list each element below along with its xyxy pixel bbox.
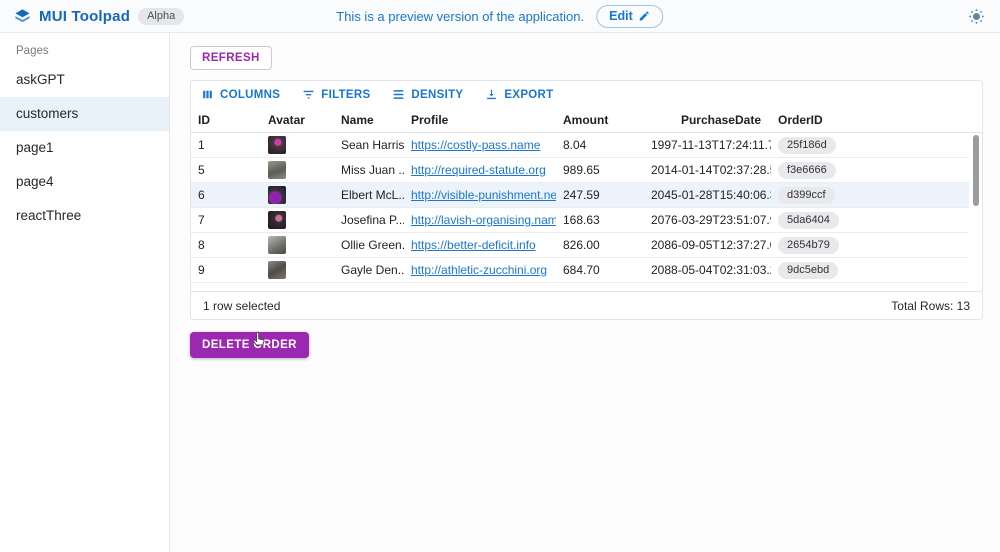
grid-footer: 1 row selected Total Rows: 13 [191,291,982,319]
profile-link[interactable]: http://athletic-zucchini.org [411,263,547,277]
orderid-chip: d399ccf [778,187,835,204]
column-header-amount[interactable]: Amount [556,113,644,127]
cell-amount: 247.59 [556,188,644,202]
column-header-name[interactable]: Name [334,113,404,127]
cell-name: Miss Juan ... [334,163,404,177]
sidebar-item-customers[interactable]: customers [0,97,169,131]
orderid-chip: 2654b79 [778,237,839,254]
avatar [268,136,286,154]
delete-order-button[interactable]: DELETE ORDER [190,332,309,358]
grid-scrollbar-track [969,133,982,283]
columns-button-label: COLUMNS [220,89,280,101]
cell-amount: 989.65 [556,163,644,177]
export-button[interactable]: EXPORT [485,88,553,101]
column-header-purchasedate[interactable]: PurchaseDate [644,113,771,127]
orderid-chip: 5da6404 [778,212,839,229]
density-button-label: DENSITY [411,89,463,101]
toolpad-logo-icon [14,8,31,25]
orderid-chip: f3e6666 [778,162,836,179]
avatar [268,236,286,254]
cell-purchasedate: 2086-09-05T12:37:27.015Z [644,238,771,252]
cell-name: Elbert McL... [334,188,404,202]
density-button[interactable]: DENSITY [392,88,463,101]
sidebar-item-askgpt[interactable]: askGPT [0,63,169,97]
cell-amount: 168.63 [556,213,644,227]
cell-amount: 8.04 [556,138,644,152]
cell-name: Sean Harris [334,138,404,152]
sidebar-section-label: Pages [16,45,169,57]
column-header-profile[interactable]: Profile [404,113,556,127]
table-row[interactable]: 9 Gayle Den... http://athletic-zucchini.… [191,258,982,283]
app-title: MUI Toolpad [39,8,130,25]
preview-notice: This is a preview version of the applica… [336,9,584,24]
profile-link[interactable]: https://costly-pass.name [411,138,540,152]
export-button-label: EXPORT [504,89,553,101]
filters-button-label: FILTERS [321,89,370,101]
profile-link[interactable]: http://required-statute.org [411,163,546,177]
cell-amount: 826.00 [556,238,644,252]
total-rows-status: Total Rows: 13 [891,299,970,313]
orderid-chip: 25f186d [778,137,836,154]
grid-rows-area: 1 Sean Harris https://costly-pass.name 8… [191,133,982,283]
profile-link[interactable]: https://better-deficit.info [411,238,536,252]
avatar [268,186,286,204]
alpha-badge: Alpha [138,8,184,25]
grid-scrollbar-thumb[interactable] [973,135,979,206]
edit-button-label: Edit [609,9,633,23]
cell-amount: 684.70 [556,263,644,277]
refresh-button[interactable]: REFRESH [190,46,272,70]
cell-purchasedate: 2045-01-28T15:40:06.325Z [644,188,771,202]
cell-id: 8 [191,238,261,252]
filters-button[interactable]: FILTERS [302,88,370,101]
density-icon [392,88,405,101]
cell-purchasedate: 2014-01-14T02:37:28.536Z [644,163,771,177]
cell-name: Josefina P... [334,213,404,227]
table-row[interactable]: 1 Sean Harris https://costly-pass.name 8… [191,133,982,158]
column-header-avatar[interactable]: Avatar [261,113,334,127]
data-grid: COLUMNS FILTERS DENSITY EXPORT [190,80,983,320]
grid-header-row: ID Avatar Name Profile Amount PurchaseDa… [191,107,982,133]
column-header-id[interactable]: ID [191,113,261,127]
data-grid-toolbar: COLUMNS FILTERS DENSITY EXPORT [191,81,982,107]
sidebar-item-page1[interactable]: page1 [0,131,169,165]
cell-name: Gayle Den... [334,263,404,277]
cell-id: 9 [191,263,261,277]
export-icon [485,88,498,101]
columns-button[interactable]: COLUMNS [201,88,280,101]
table-row[interactable]: 8 Ollie Green... https://better-deficit.… [191,233,982,258]
table-row[interactable]: 7 Josefina P... http://lavish-organising… [191,208,982,233]
edit-button[interactable]: Edit [596,5,664,28]
cell-purchasedate: 2076-03-29T23:51:07.968Z [644,213,771,227]
cell-purchasedate: 1997-11-13T17:24:11.769Z [644,138,771,152]
avatar [268,161,286,179]
selected-rows-status: 1 row selected [203,299,280,313]
columns-icon [201,88,214,101]
pencil-icon [639,10,651,22]
sidebar-item-reactthree[interactable]: reactThree [0,199,169,233]
cell-name: Ollie Green... [334,238,404,252]
cell-id: 1 [191,138,261,152]
filter-icon [302,88,315,101]
sidebar-item-page4[interactable]: page4 [0,165,169,199]
app-bar: MUI Toolpad Alpha This is a preview vers… [0,0,1000,33]
cell-id: 7 [191,213,261,227]
table-row[interactable]: 5 Miss Juan ... http://required-statute.… [191,158,982,183]
table-row-selected[interactable]: 6 Elbert McL... http://visible-punishmen… [191,183,982,208]
orderid-chip: 9dc5ebd [778,262,838,279]
sun-icon [968,8,985,25]
avatar [268,261,286,279]
page-content: REFRESH COLUMNS FILTERS DENSITY [170,33,1000,552]
sidebar: Pages askGPT customers page1 page4 react… [0,33,170,552]
cell-id: 6 [191,188,261,202]
cell-id: 5 [191,163,261,177]
profile-link[interactable]: http://visible-punishment.net [411,188,556,202]
avatar [268,211,286,229]
cell-purchasedate: 2088-05-04T02:31:03.294Z [644,263,771,277]
column-header-orderid[interactable]: OrderID [771,113,982,127]
profile-link[interactable]: http://lavish-organising.name [411,213,556,227]
brand: MUI Toolpad Alpha [14,8,184,25]
theme-toggle-button[interactable] [966,6,986,26]
